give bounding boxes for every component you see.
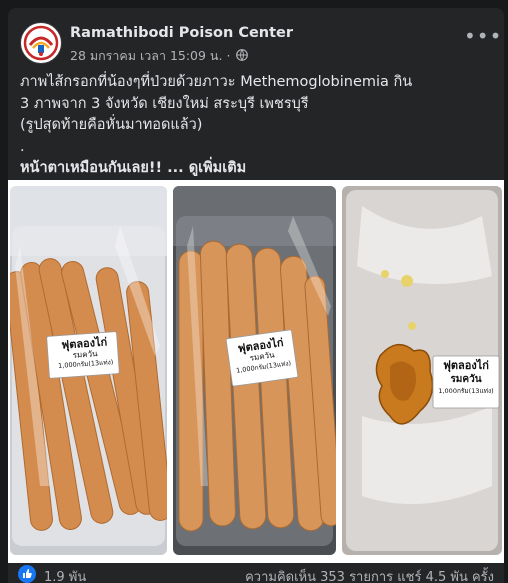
post-card: Ramathibodi Poison Center 28 มกราคม เวลา…: [8, 8, 504, 583]
photo-1[interactable]: ฟุตลองไก่ รมควัน 1,000กรัม(13แท่ง): [10, 186, 167, 555]
photo-grid: ฟุตลองไก่ รมควัน 1,000กรัม(13แท่ง) ฟุตลอ…: [8, 180, 504, 563]
reaction-count[interactable]: 1.9 พัน: [44, 566, 86, 583]
page-name-link[interactable]: Ramathibodi Poison Center: [70, 25, 293, 41]
post-timestamp[interactable]: 28 มกราคม เวลา 15:09 น.: [70, 48, 222, 63]
post-text-last-line: หน้าตาเหมือนกันเลย!! ... ดูเพิ่มเติม: [20, 158, 492, 180]
thumbs-up-icon[interactable]: [18, 565, 36, 583]
post-text-line: ภาพไส้กรอกที่น้องๆที่ป่วยด้วยภาวะ Methem…: [20, 74, 413, 90]
label-weight: 1,000กรัม(13แท่ง): [438, 387, 494, 395]
product-label: ฟุตลองไก่ รมควัน 1,000กรัม(13แท่ง): [433, 359, 499, 397]
product-label: ฟุตลองไก่ รมควัน 1,000กรัม(13แท่ง): [49, 335, 121, 372]
post-meta: 28 มกราคม เวลา 15:09 น. ·: [70, 46, 249, 66]
post-header: Ramathibodi Poison Center 28 มกราคม เวลา…: [20, 22, 501, 66]
page-avatar[interactable]: [20, 22, 62, 64]
photo-2[interactable]: ฟุตลองไก่ รมควัน 1,000กรัม(13แท่ง): [173, 186, 336, 555]
see-more-link[interactable]: ดูเพิ่มเติม: [189, 160, 246, 176]
label-type: รมควัน: [450, 374, 482, 385]
more-options-button[interactable]: •••: [464, 26, 501, 54]
post-text-emphasis: หน้าตาเหมือนกันเลย!! ...: [20, 160, 189, 176]
comments-shares-stats[interactable]: ความคิดเห็น 353 รายการ แชร์ 4.5 พัน ครั้…: [245, 566, 494, 583]
post-footer: 1.9 พัน ความคิดเห็น 353 รายการ แชร์ 4.5 …: [8, 563, 504, 583]
post-text-line: .: [20, 138, 25, 155]
label-name: ฟุตลองไก่: [443, 359, 489, 372]
post-text-line: (รูปสุดท้ายคือหั่นมาทอดแล้ว): [20, 117, 203, 133]
post-text-line: 3 ภาพจาก 3 จังหวัด เชียงใหม่ สระบุรี เพช…: [20, 95, 309, 112]
meta-separator: ·: [226, 48, 231, 63]
globe-icon[interactable]: [236, 49, 249, 64]
poison-center-logo-icon: [23, 25, 59, 61]
post-text: ภาพไส้กรอกที่น้องๆที่ป่วยด้วยภาวะ Methem…: [20, 72, 492, 180]
photo-3[interactable]: ฟุตลองไก่ รมควัน 1,000กรัม(13แท่ง): [342, 186, 502, 555]
